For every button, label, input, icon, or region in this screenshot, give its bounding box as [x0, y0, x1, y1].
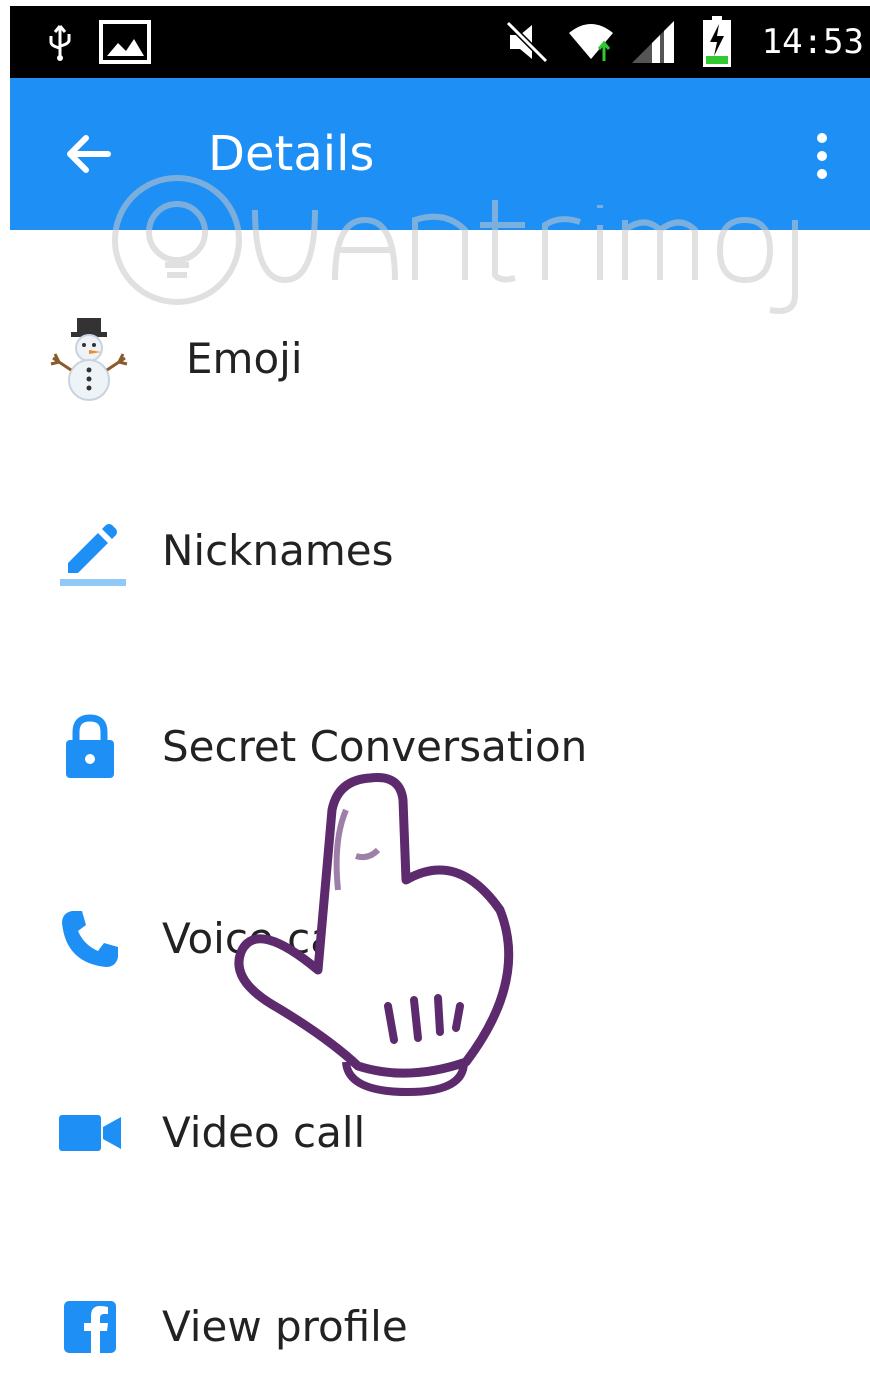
menu-item-view-profile[interactable]: View profile — [0, 1272, 870, 1382]
menu-item-label: Secret Conversation — [162, 722, 588, 771]
menu-item-voice-call[interactable]: Voice call — [0, 884, 870, 994]
menu-item-label: Video call — [162, 1108, 366, 1157]
signal-icon — [630, 6, 678, 78]
usb-icon — [46, 6, 74, 78]
back-arrow-icon[interactable] — [58, 124, 118, 184]
lock-icon — [45, 707, 135, 787]
app-bar: Details — [10, 78, 870, 230]
wifi-icon — [566, 6, 616, 78]
battery-charging-icon — [702, 6, 732, 78]
phone-icon — [45, 899, 135, 979]
menu-item-secret-conversation[interactable]: Secret Conversation — [0, 692, 870, 802]
menu-item-label: Voice call — [162, 914, 360, 963]
pencil-icon — [45, 511, 135, 591]
more-options-icon[interactable] — [804, 126, 840, 186]
facebook-icon — [45, 1287, 135, 1367]
status-bar: 14:53 — [10, 6, 870, 78]
snowman-emoji-icon — [45, 318, 135, 401]
clock: 14:53 — [761, 22, 864, 62]
menu-item-label: Nicknames — [162, 526, 394, 575]
page-title: Details — [208, 126, 375, 182]
menu-item-nicknames[interactable]: Nicknames — [0, 496, 870, 606]
menu-item-label: Emoji — [186, 334, 303, 383]
image-notification-icon — [98, 6, 152, 78]
video-camera-icon — [45, 1093, 135, 1173]
menu-item-label: View profile — [162, 1302, 408, 1351]
menu-item-emoji[interactable]: Emoji — [0, 304, 870, 414]
mute-icon — [504, 6, 550, 78]
menu-item-video-call[interactable]: Video call — [0, 1078, 870, 1188]
